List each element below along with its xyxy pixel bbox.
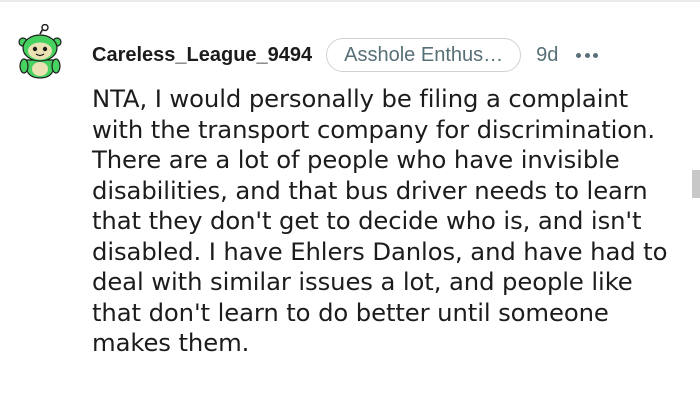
comment-age: 9d: [536, 43, 559, 66]
user-flair-badge[interactable]: Asshole Enthus…: [326, 38, 522, 72]
user-avatar[interactable]: [14, 23, 66, 80]
username-link[interactable]: Careless_League_9494: [92, 44, 312, 67]
snoo-avatar-icon: [18, 23, 62, 79]
comment-card: Careless_League_9494 Asshole Enthus… 9d …: [0, 0, 700, 404]
divider: [0, 0, 700, 2]
comment-header: Careless_League_9494 Asshole Enthus… 9d: [92, 36, 602, 74]
more-options-button[interactable]: [572, 40, 602, 70]
comment-body: NTA, I would personally be filing a comp…: [92, 84, 668, 357]
scrollbar-thumb[interactable]: [692, 170, 700, 198]
